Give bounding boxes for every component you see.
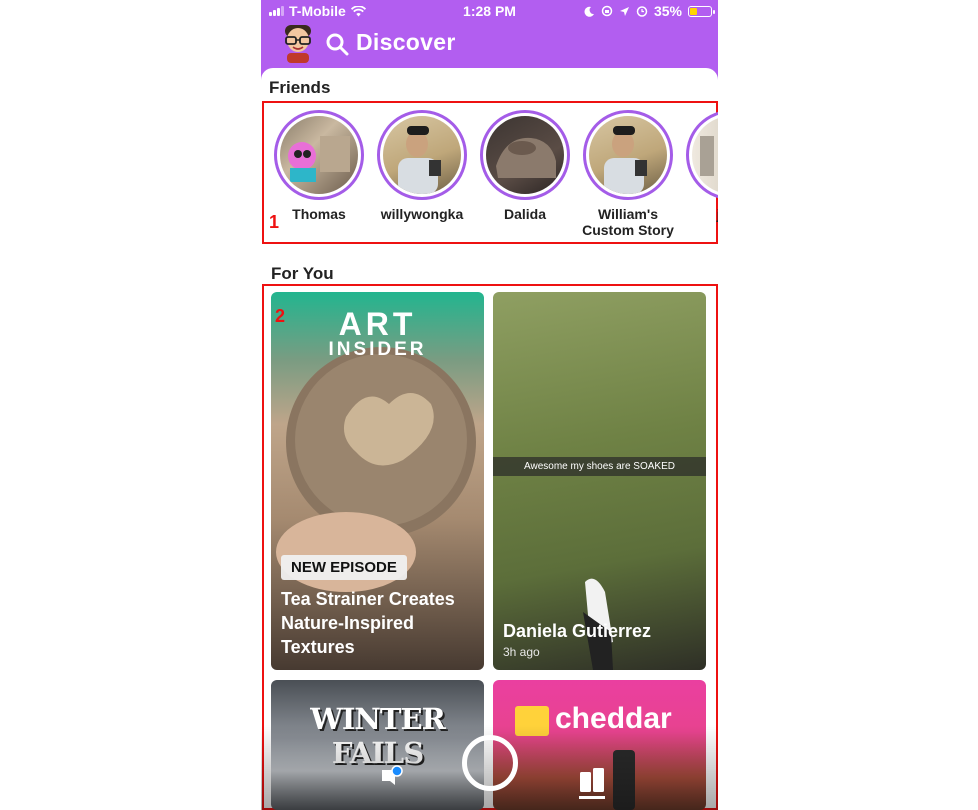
- discover-icon[interactable]: [577, 768, 607, 802]
- story-thumbnail: [486, 116, 564, 194]
- for-you-section-title: For You: [271, 264, 334, 283]
- friend-name: willywongka: [380, 206, 464, 222]
- card-image: [583, 578, 613, 670]
- discover-card-art-insider[interactable]: ART INSIDER NEW EPISODE Tea Strainer Cre…: [271, 292, 484, 670]
- battery-percent: 35%: [653, 3, 682, 19]
- story-thumbnail: [692, 116, 718, 194]
- status-icons: 35%: [584, 3, 715, 19]
- snap-caption: Awesome my shoes are SOAKED: [493, 457, 706, 476]
- bitmoji-avatar-icon[interactable]: [281, 25, 315, 63]
- art-insider-logo-line2: INSIDER: [328, 339, 427, 360]
- snapchat-discover-screen: T-Mobile 1:28 PM 35% Discover Friends 1 …: [261, 0, 718, 810]
- friend-story-dalida[interactable]: Dalida: [477, 110, 573, 222]
- story-thumbnail: [280, 116, 358, 194]
- friend-name: Thomas: [292, 206, 346, 222]
- story-thumbnail: [383, 116, 461, 194]
- chat-icon[interactable]: [379, 765, 403, 791]
- camera-capture-button[interactable]: [462, 735, 518, 791]
- friend-story-partial[interactable]: juliu: [683, 110, 718, 222]
- card-timestamp: 3h ago: [503, 645, 540, 659]
- status-bar: T-Mobile 1:28 PM 35%: [261, 0, 718, 22]
- location-icon: [619, 6, 629, 16]
- friend-name: juliu: [683, 206, 718, 222]
- friend-story-williams-custom-story[interactable]: William's Custom Story: [580, 110, 676, 238]
- card-author: Daniela Gutierrez: [503, 621, 652, 641]
- for-you-marker-label: 2: [275, 306, 286, 326]
- friend-story-willywongka[interactable]: willywongka: [374, 110, 470, 222]
- page-title: Discover: [356, 29, 456, 55]
- moon-icon: [584, 6, 594, 17]
- friend-name: Dalida: [503, 206, 546, 222]
- art-insider-logo-line1: ART: [338, 306, 417, 342]
- story-thumbnail: [589, 116, 667, 194]
- friend-story-thomas[interactable]: Thomas: [271, 110, 367, 222]
- search-icon[interactable]: [325, 32, 349, 56]
- new-episode-badge: NEW EPISODE: [281, 555, 407, 580]
- rotation-lock-icon: [601, 5, 613, 17]
- friends-section-title: Friends: [269, 78, 331, 97]
- alarm-icon: [636, 6, 648, 17]
- discover-header: Discover: [261, 22, 718, 66]
- discover-card-daniela-gutierrez[interactable]: Awesome my shoes are SOAKED Daniela Guti…: [493, 292, 706, 670]
- card-headline: Tea Strainer Creates Nature-Inspired Tex…: [281, 589, 455, 657]
- battery-icon: [688, 5, 715, 17]
- friend-name: William's Custom Story: [582, 206, 674, 238]
